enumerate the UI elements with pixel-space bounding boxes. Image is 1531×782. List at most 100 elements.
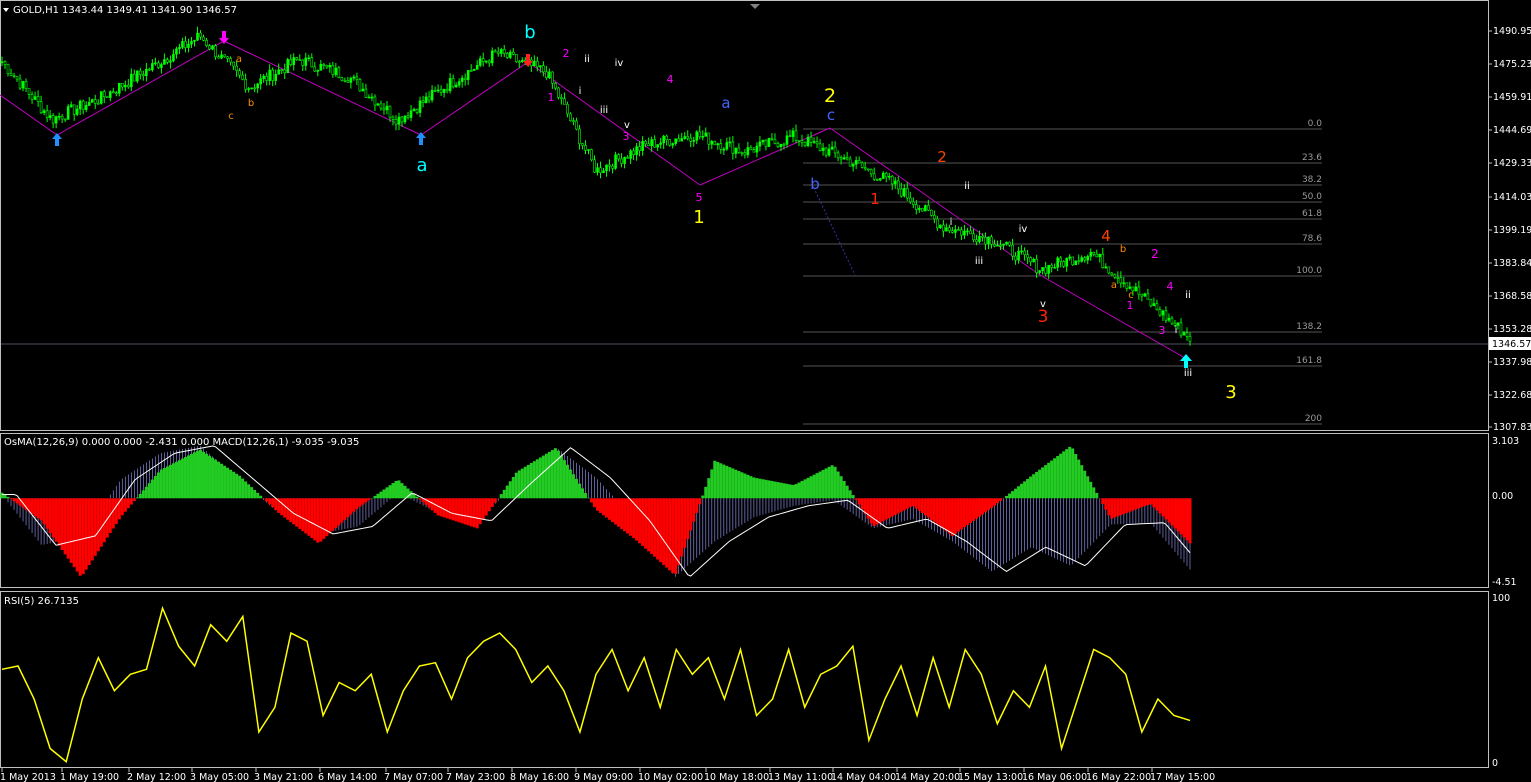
candle-body <box>48 115 52 118</box>
osma-bar <box>340 498 344 523</box>
osma-bar <box>87 498 91 566</box>
candle-body <box>1053 267 1056 269</box>
candle-body <box>343 79 347 82</box>
osma-bar <box>328 498 332 534</box>
osma-bar <box>923 498 927 516</box>
osma-bar <box>659 498 663 563</box>
candle-body <box>232 61 235 67</box>
candle-body <box>851 164 855 167</box>
osma-bar <box>638 498 642 544</box>
osma-bar <box>388 485 392 499</box>
osma-bar <box>704 486 708 499</box>
candle-body <box>436 89 440 92</box>
candle-body <box>283 69 287 74</box>
osma-bar <box>226 467 230 499</box>
candle-body <box>963 230 966 236</box>
osma-bar <box>30 498 34 515</box>
time-tick-label: 16 May 06:00 <box>1022 772 1087 782</box>
candle-body <box>905 188 909 199</box>
wave-label: a <box>236 54 242 65</box>
osma-bar <box>63 498 67 555</box>
candle-body <box>295 57 299 60</box>
osma-bar <box>776 482 780 499</box>
candle-body <box>981 235 984 238</box>
candle-body <box>27 88 31 95</box>
candle-body <box>319 63 323 71</box>
osma-bar <box>565 464 569 499</box>
osma-bar <box>755 478 759 499</box>
candle-body <box>33 96 37 100</box>
fib-level-label: 23.6 <box>1302 153 1322 163</box>
osma-bar <box>120 498 124 516</box>
candle-body <box>358 79 362 92</box>
osma-bar <box>611 498 615 523</box>
time-tick-label: 17 May 15:00 <box>1150 772 1215 782</box>
candle-body <box>996 244 999 247</box>
candle-body <box>463 77 467 80</box>
candle-body <box>908 197 912 203</box>
candle-body <box>355 76 359 80</box>
osma-bar <box>481 498 485 520</box>
candle-body <box>629 150 632 159</box>
osma-bar <box>322 498 326 539</box>
osma-bar <box>307 498 311 536</box>
candle-body <box>644 141 647 145</box>
candle-body <box>87 102 91 106</box>
candle-body <box>340 77 344 81</box>
osma-bar <box>78 498 82 576</box>
osma-bar <box>553 448 557 499</box>
osma-bar <box>707 478 711 499</box>
candle-body <box>599 167 602 174</box>
osma-bar <box>180 458 184 499</box>
candle-body <box>328 65 332 68</box>
candle-body <box>990 236 993 245</box>
fib-level-label: 38.2 <box>1302 175 1322 185</box>
osma-bar <box>427 498 431 508</box>
osma-bar <box>310 498 314 539</box>
candle-body <box>313 66 317 72</box>
osma-bar <box>869 498 873 524</box>
chart-window[interactable]: GOLD,H1 1343.44 1349.41 1341.90 1346.57 … <box>0 0 1531 782</box>
candle-body <box>472 69 476 71</box>
candle-body <box>518 61 521 63</box>
candle-body <box>587 149 590 151</box>
candle-body <box>936 218 939 229</box>
osma-bar <box>698 498 702 505</box>
osma-bar <box>217 461 221 499</box>
candle-body <box>839 157 843 160</box>
osma-bar <box>683 498 687 548</box>
osma-bar <box>238 475 242 499</box>
candle-body <box>782 143 786 146</box>
osma-bar <box>824 468 828 499</box>
osma-bar <box>920 498 924 514</box>
osma-bar <box>304 498 308 534</box>
candle-body <box>1110 272 1114 276</box>
osma-bar <box>710 469 714 499</box>
osma-bar <box>968 498 972 524</box>
osma-bar <box>773 481 777 499</box>
osma-bar <box>971 498 975 521</box>
candle-body <box>1167 317 1171 321</box>
osma-bar <box>806 477 810 499</box>
candle-body <box>755 145 759 153</box>
osma-bar <box>268 498 272 505</box>
osma-bar <box>944 498 948 532</box>
osma-bar <box>544 453 548 499</box>
osma-bar <box>478 498 482 525</box>
osma-bar <box>1182 498 1186 538</box>
candle-body <box>96 102 100 105</box>
candle-body <box>78 100 82 110</box>
osma-bar <box>36 498 40 519</box>
osma-bar <box>385 487 389 499</box>
wave-label: 3 <box>623 130 630 143</box>
osma-bar <box>1152 498 1156 508</box>
candle-body <box>542 65 545 73</box>
osma-bar <box>211 457 215 499</box>
osma-bar <box>1035 471 1039 499</box>
candle-body <box>779 143 783 148</box>
osma-bar <box>466 498 470 526</box>
candle-body <box>93 99 97 104</box>
candle-body <box>860 162 864 168</box>
candle-body <box>641 141 644 151</box>
candle-body <box>337 67 341 78</box>
